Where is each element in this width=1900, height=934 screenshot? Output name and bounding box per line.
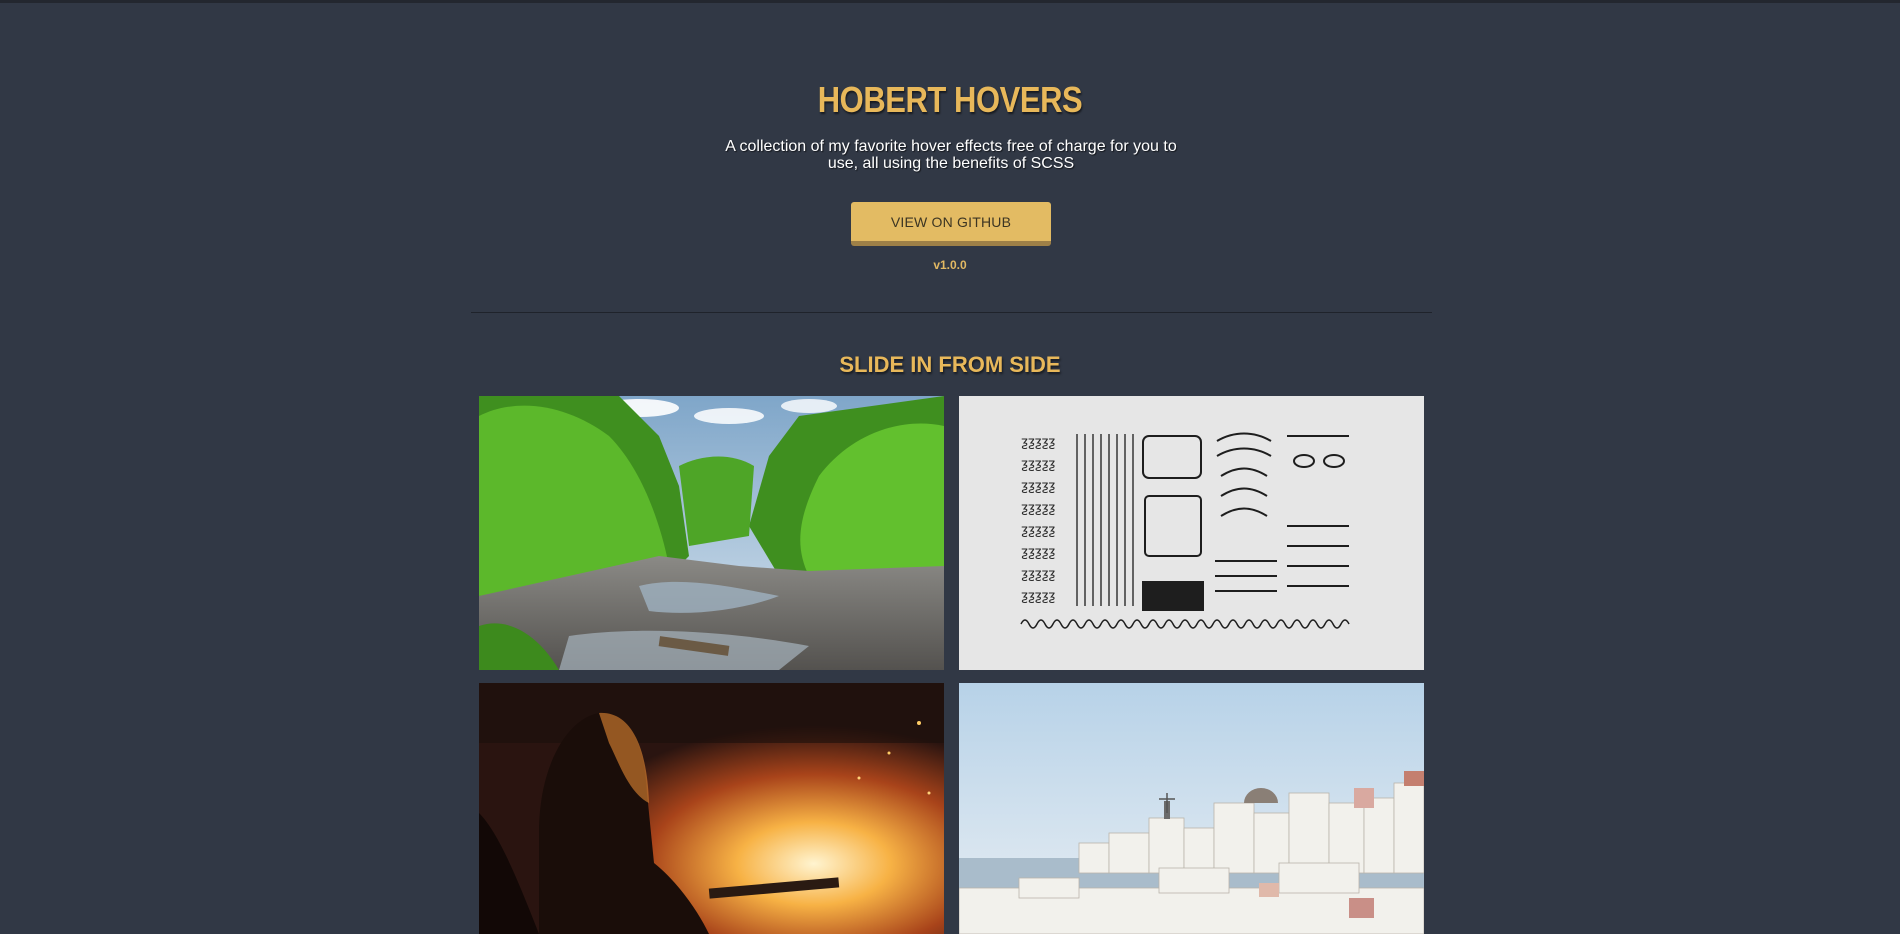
image-tile-typewriter-parts[interactable]: ƺƺƺƺƺ ƺƺƺƺƺ ƺƺƺƺƺ ƺƺƺƺƺ ƺƺƺƺƺ ƺƺƺƺƺ ƺƺƺƺ… <box>959 396 1424 670</box>
site-title: HOBERT HOVERS <box>817 79 1083 120</box>
section-title: SLIDE IN FROM SIDE <box>839 352 1061 377</box>
typewriter-parts-image: ƺƺƺƺƺ ƺƺƺƺƺ ƺƺƺƺƺ ƺƺƺƺƺ ƺƺƺƺƺ ƺƺƺƺƺ ƺƺƺƺ… <box>959 396 1424 670</box>
version-label: v1.0.0 <box>933 258 967 272</box>
image-tile-bonfire[interactable] <box>479 683 944 934</box>
page: HOBERT HOVERS A collection of my favorit… <box>0 0 1900 934</box>
image-tile-forest-river[interactable] <box>479 396 944 670</box>
tagline: A collection of my favorite hover effect… <box>725 138 1177 172</box>
svg-text:ƺƺƺƺƺ: ƺƺƺƺƺ <box>1021 457 1055 472</box>
view-on-github-button[interactable]: VIEW ON GITHUB <box>851 202 1051 246</box>
svg-text:ƺƺƺƺƺ: ƺƺƺƺƺ <box>1021 523 1055 538</box>
image-tile-santorini[interactable] <box>959 683 1424 934</box>
section-divider <box>471 312 1432 313</box>
svg-text:ƺƺƺƺƺ: ƺƺƺƺƺ <box>1021 567 1055 582</box>
svg-text:ƺƺƺƺƺ: ƺƺƺƺƺ <box>1021 545 1055 560</box>
svg-text:ƺƺƺƺƺ: ƺƺƺƺƺ <box>1021 479 1055 494</box>
svg-text:ƺƺƺƺƺ: ƺƺƺƺƺ <box>1021 435 1055 450</box>
forest-river-image <box>479 396 944 670</box>
svg-text:ƺƺƺƺƺ: ƺƺƺƺƺ <box>1021 589 1055 604</box>
santorini-image <box>959 683 1424 934</box>
top-edge <box>0 0 1900 3</box>
svg-text:ƺƺƺƺƺ: ƺƺƺƺƺ <box>1021 501 1055 516</box>
bonfire-image <box>479 683 944 934</box>
